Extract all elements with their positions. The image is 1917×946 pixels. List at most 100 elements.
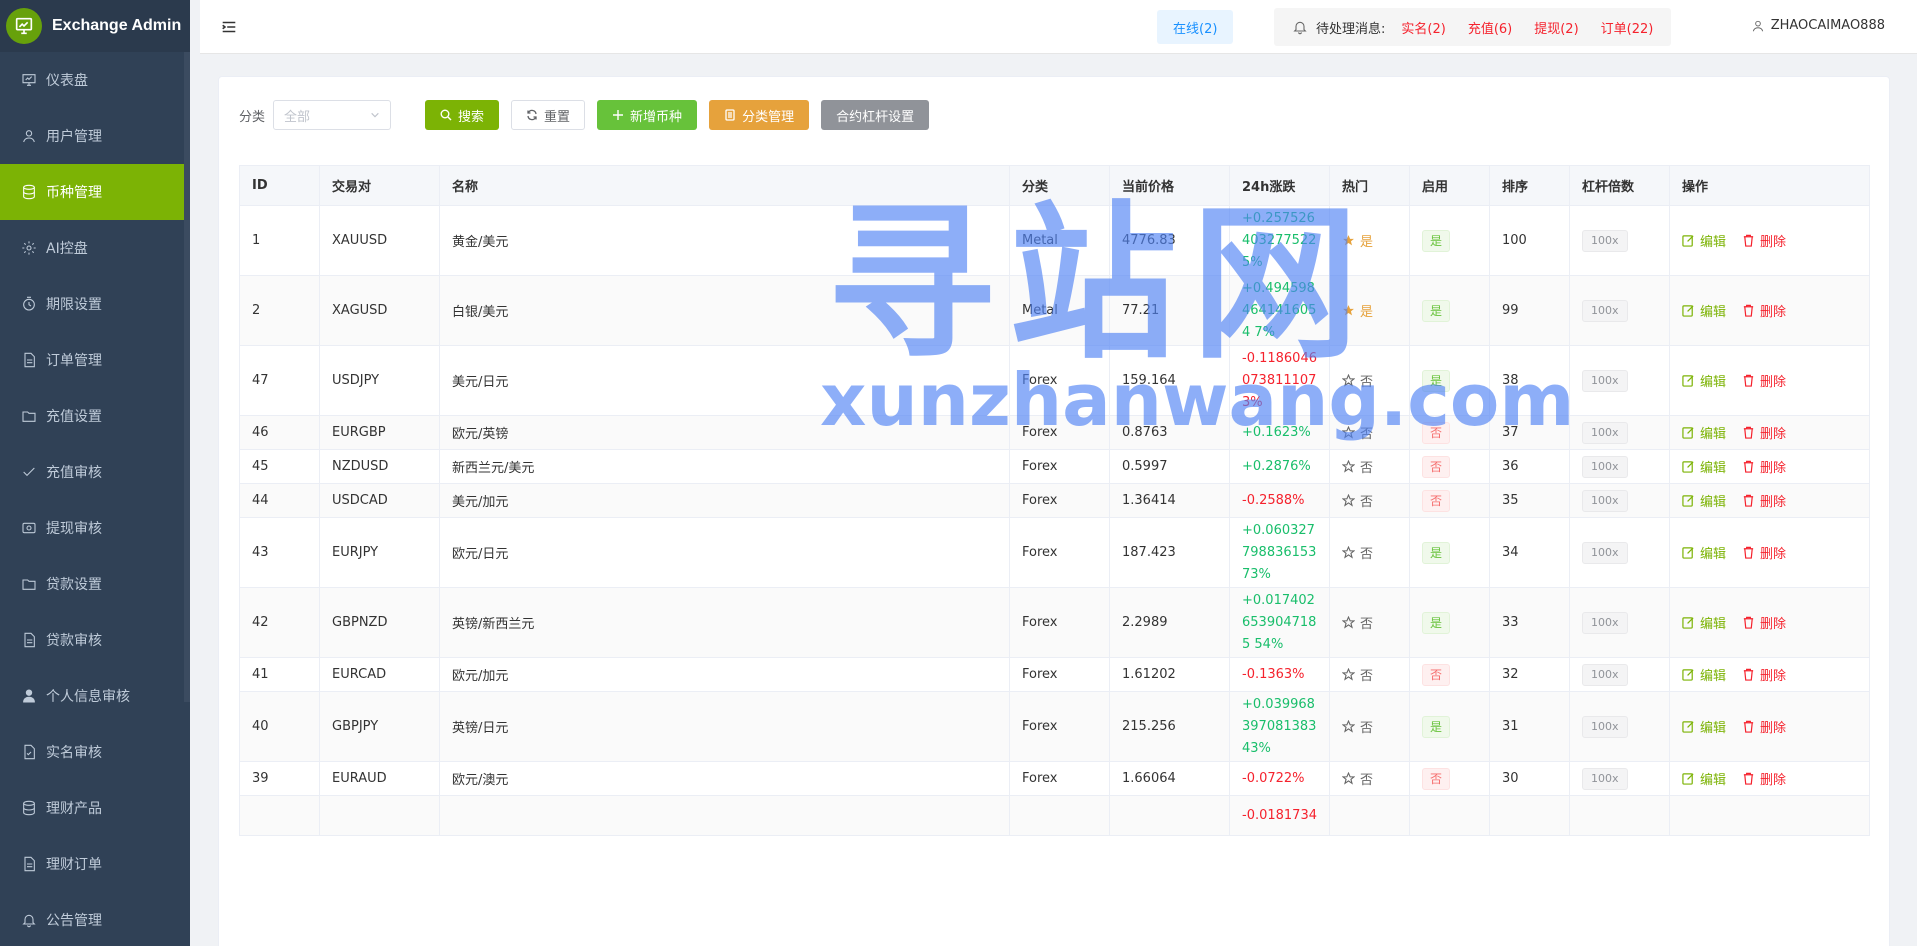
cell-change: -0.0181734 bbox=[1229, 795, 1330, 836]
sidebar-item-15[interactable]: 公告管理 bbox=[0, 892, 190, 946]
sidebar-item-label: 公告管理 bbox=[46, 913, 102, 929]
sidebar-item-1[interactable]: 用户管理 bbox=[0, 108, 190, 164]
sidebar-item-13[interactable]: 理财产品 bbox=[0, 780, 190, 836]
delete-button[interactable]: 删除 bbox=[1742, 769, 1786, 788]
delete-button[interactable]: 删除 bbox=[1742, 423, 1786, 442]
enabled-tag[interactable]: 否 bbox=[1422, 421, 1451, 444]
brand[interactable]: Exchange Admin bbox=[0, 0, 190, 52]
logo-icon bbox=[6, 8, 42, 44]
cell-id: 45 bbox=[239, 449, 320, 484]
cell-enabled: 否 bbox=[1409, 449, 1490, 484]
edit-button[interactable]: 编辑 bbox=[1682, 423, 1726, 442]
hot-toggle[interactable]: 否 bbox=[1342, 717, 1373, 736]
enabled-tag[interactable]: 是 bbox=[1422, 369, 1451, 392]
enabled-tag[interactable]: 是 bbox=[1422, 541, 1451, 564]
edit-button[interactable]: 编辑 bbox=[1682, 301, 1726, 320]
sidebar-item-9[interactable]: 贷款设置 bbox=[0, 556, 190, 612]
hot-toggle[interactable]: 否 bbox=[1342, 491, 1373, 510]
delete-button[interactable]: 删除 bbox=[1742, 301, 1786, 320]
cell-leverage: 100x bbox=[1569, 657, 1670, 692]
delete-button[interactable]: 删除 bbox=[1742, 717, 1786, 736]
column-header: 当前价格 bbox=[1109, 165, 1230, 206]
enabled-tag[interactable]: 否 bbox=[1422, 489, 1451, 512]
sidebar-item-8[interactable]: 提现审核 bbox=[0, 500, 190, 556]
sidebar-item-12[interactable]: 实名审核 bbox=[0, 724, 190, 780]
cell-enabled: 否 bbox=[1409, 761, 1490, 796]
edit-icon bbox=[1682, 616, 1700, 629]
edit-button[interactable]: 编辑 bbox=[1682, 769, 1726, 788]
sidebar-item-5[interactable]: 订单管理 bbox=[0, 332, 190, 388]
delete-button[interactable]: 删除 bbox=[1742, 613, 1786, 632]
sidebar-scrollbar[interactable] bbox=[184, 52, 190, 702]
hot-toggle[interactable]: 否 bbox=[1342, 543, 1373, 562]
delete-button[interactable]: 删除 bbox=[1742, 543, 1786, 562]
sidebar-item-11[interactable]: 个人信息审核 bbox=[0, 668, 190, 724]
delete-button[interactable]: 删除 bbox=[1742, 371, 1786, 390]
edit-button[interactable]: 编辑 bbox=[1682, 613, 1726, 632]
hot-toggle[interactable]: 是 bbox=[1342, 301, 1373, 320]
filter-toolbar: 分类 全部 搜索 重置 新增币种 分类管理 合约杠杆设置 bbox=[239, 99, 941, 131]
sidebar-menu: 仪表盘 用户管理 币种管理 AI控盘期限设置订单管理 充值设置 充值审核 提现审核 贷款设置贷… bbox=[0, 52, 190, 946]
hot-toggle[interactable]: 否 bbox=[1342, 457, 1373, 476]
reset-button[interactable]: 重置 bbox=[511, 100, 586, 130]
hamburger-icon[interactable] bbox=[220, 17, 240, 37]
hot-toggle[interactable]: 是 bbox=[1342, 231, 1373, 250]
search-icon bbox=[440, 109, 452, 121]
hot-toggle[interactable]: 否 bbox=[1342, 769, 1373, 788]
cell-leverage: 100x bbox=[1569, 449, 1670, 484]
enabled-tag[interactable]: 是 bbox=[1422, 299, 1451, 322]
category-select[interactable]: 全部 bbox=[273, 100, 392, 130]
edit-button[interactable]: 编辑 bbox=[1682, 543, 1726, 562]
category-manage-button[interactable]: 分类管理 bbox=[709, 100, 810, 130]
cell-id: 1 bbox=[239, 205, 320, 276]
edit-button[interactable]: 编辑 bbox=[1682, 231, 1726, 250]
sidebar-item-4[interactable]: 期限设置 bbox=[0, 276, 190, 332]
enabled-tag[interactable]: 是 bbox=[1422, 715, 1451, 738]
hot-toggle[interactable]: 否 bbox=[1342, 371, 1373, 390]
edit-button[interactable]: 编辑 bbox=[1682, 717, 1726, 736]
hot-toggle[interactable]: 否 bbox=[1342, 613, 1373, 632]
edit-button[interactable]: 编辑 bbox=[1682, 371, 1726, 390]
delete-button[interactable]: 删除 bbox=[1742, 665, 1786, 684]
delete-button[interactable]: 删除 bbox=[1742, 457, 1786, 476]
online-badge[interactable]: 在线(2) bbox=[1157, 10, 1234, 44]
sidebar-item-14[interactable]: 理财订单 bbox=[0, 836, 190, 892]
pending-orders[interactable]: 订单(22) bbox=[1601, 18, 1654, 37]
edit-button[interactable]: 编辑 bbox=[1682, 491, 1726, 510]
edit-icon bbox=[1682, 426, 1700, 439]
add-currency-button[interactable]: 新增币种 bbox=[597, 100, 698, 130]
enabled-tag[interactable]: 是 bbox=[1422, 611, 1451, 634]
sidebar-item-0[interactable]: 仪表盘 bbox=[0, 52, 190, 108]
delete-label: 删除 bbox=[1760, 668, 1787, 684]
enabled-tag[interactable]: 否 bbox=[1422, 455, 1451, 478]
pending-realname[interactable]: 实名(2) bbox=[1401, 18, 1445, 37]
cell-hot: 否 bbox=[1329, 345, 1410, 416]
sidebar-item-label: 期限设置 bbox=[46, 297, 102, 313]
edit-button[interactable]: 编辑 bbox=[1682, 665, 1726, 684]
hot-toggle[interactable]: 否 bbox=[1342, 423, 1373, 442]
sidebar-item-2[interactable]: 币种管理 bbox=[0, 164, 190, 220]
leverage-settings-button[interactable]: 合约杠杆设置 bbox=[821, 100, 930, 130]
leverage-tag: 100x bbox=[1582, 767, 1628, 790]
sidebar-item-6[interactable]: 充值设置 bbox=[0, 388, 190, 444]
sidebar-item-10[interactable]: 贷款审核 bbox=[0, 612, 190, 668]
pending-recharge[interactable]: 充值(6) bbox=[1468, 18, 1512, 37]
hot-toggle[interactable]: 否 bbox=[1342, 665, 1373, 684]
cell-id: 44 bbox=[239, 483, 320, 518]
cell-pair bbox=[319, 795, 440, 836]
sidebar-item-7[interactable]: 充值审核 bbox=[0, 444, 190, 500]
enabled-tag[interactable]: 否 bbox=[1422, 663, 1451, 686]
search-button[interactable]: 搜索 bbox=[425, 100, 500, 130]
sidebar-item-3[interactable]: AI控盘 bbox=[0, 220, 190, 276]
delete-button[interactable]: 删除 bbox=[1742, 231, 1786, 250]
cell-pair: NZDUSD bbox=[319, 449, 440, 484]
edit-button[interactable]: 编辑 bbox=[1682, 457, 1726, 476]
cell-leverage: 100x bbox=[1569, 691, 1670, 762]
cell-price: 0.8763 bbox=[1109, 415, 1230, 450]
enabled-tag[interactable]: 否 bbox=[1422, 767, 1451, 790]
enabled-tag[interactable]: 是 bbox=[1422, 229, 1451, 252]
delete-button[interactable]: 删除 bbox=[1742, 491, 1786, 510]
pending-withdraw[interactable]: 提现(2) bbox=[1534, 18, 1578, 37]
user-menu[interactable]: ZHAOCAIMAO888 bbox=[1751, 18, 1885, 33]
cell-sort: 35 bbox=[1489, 483, 1570, 518]
